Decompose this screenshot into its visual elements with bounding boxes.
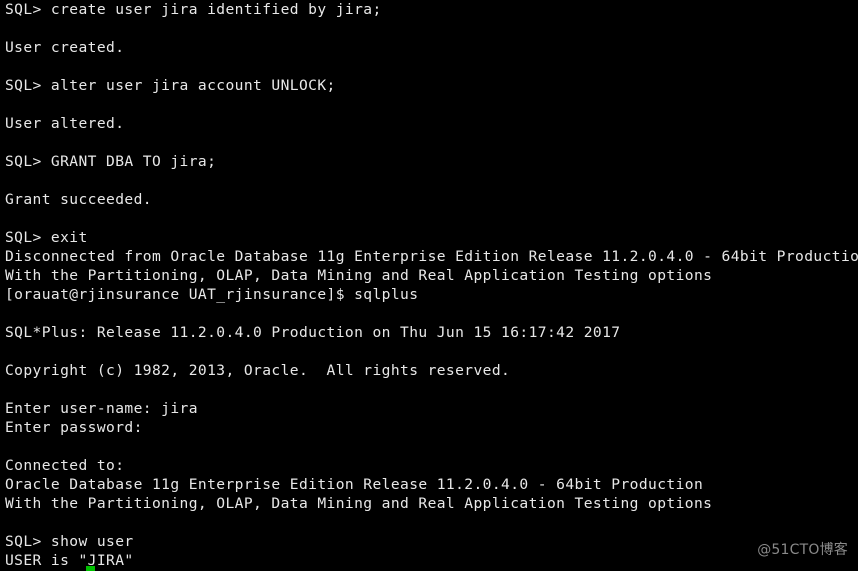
terminal-line: SQL*Plus: Release 11.2.0.4.0 Production … [5,324,621,341]
terminal-line: Enter user-name: jira [5,400,198,417]
terminal-line: User altered. [5,115,125,132]
terminal-line: Oracle Database 11g Enterprise Edition R… [5,476,704,493]
terminal-line: With the Partitioning, OLAP, Data Mining… [5,495,713,512]
terminal-line: USER is "JIRA" [5,552,134,569]
terminal-line: Disconnected from Oracle Database 11g En… [5,248,858,265]
terminal-line: SQL> exit [5,229,88,246]
terminal-line: [orauat@rjinsurance UAT_rjinsurance]$ sq… [5,286,419,303]
terminal-line: Enter password: [5,419,143,436]
terminal-line: SQL> create user jira identified by jira… [5,1,382,18]
terminal-line: Grant succeeded. [5,191,152,208]
terminal-line: With the Partitioning, OLAP, Data Mining… [5,267,713,284]
terminal-line: User created. [5,39,125,56]
terminal-window[interactable]: SQL> create user jira identified by jira… [0,0,858,571]
terminal-line: SQL> GRANT DBA TO jira; [5,153,217,170]
terminal-line: Copyright (c) 1982, 2013, Oracle. All ri… [5,362,511,379]
watermark: @51CTO博客 [757,542,848,558]
terminal-line: Connected to: [5,457,125,474]
terminal-line: SQL> alter user jira account UNLOCK; [5,77,336,94]
terminal-line: SQL> show user [5,533,134,550]
terminal-output: SQL> create user jira identified by jira… [5,0,858,570]
terminal-cursor [86,566,95,571]
